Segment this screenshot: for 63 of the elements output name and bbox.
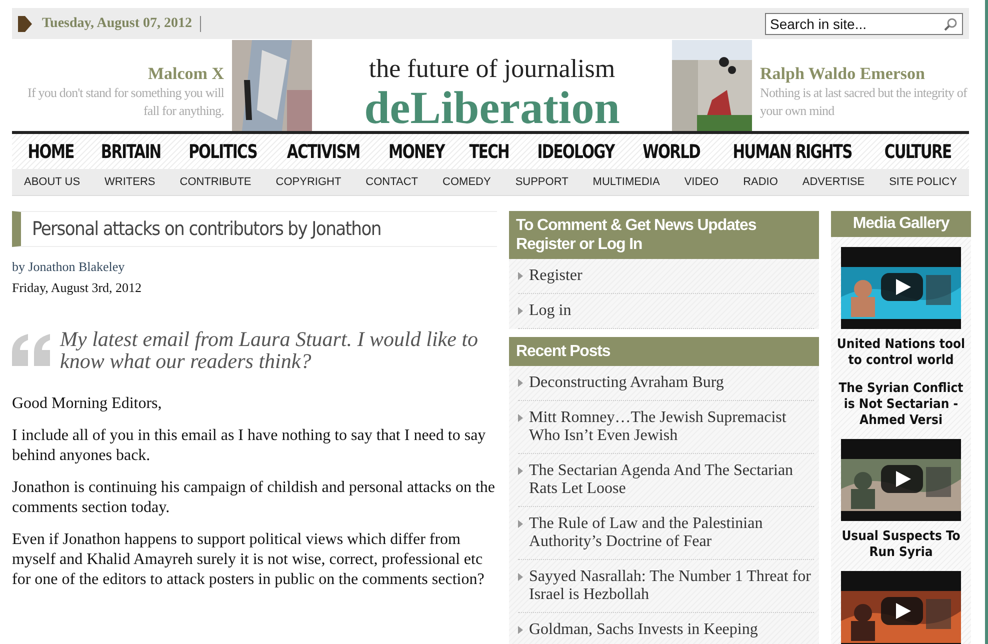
sidebar-link[interactable]: Deconstructing Avraham Burg [518,366,814,401]
nav-link[interactable]: TECH [470,140,510,162]
bullet-arrow-icon [518,379,523,387]
sidebar-link[interactable]: Register [518,259,814,294]
nav-link[interactable]: VIDEO [684,176,719,188]
bullet-arrow-icon [518,307,523,315]
nav-link[interactable]: ABOUT US [24,176,80,188]
nav-link[interactable]: COMEDY [442,176,491,188]
nav-link[interactable]: HOME [28,140,74,162]
widget-title: Recent Posts [509,337,819,366]
search-field[interactable]: Search in site... [765,12,963,34]
widget-title: To Comment & Get News Updates Register or Log In [509,211,819,259]
nav-link[interactable]: WRITERS [104,176,156,188]
nav-link[interactable]: ADVERTISE [802,176,865,188]
quote-mark-icon [12,334,52,366]
nav-link[interactable]: ACTIVISM [286,140,360,162]
widget-title: Media Gallery [831,211,971,237]
paragraph: Jonathon is continuing his campaign of childish and personal attacks on the comments section today. [12,478,496,518]
nav-link[interactable]: SUPPORT [515,176,568,188]
sidebar-link[interactable]: Goldman, Sachs Invests in Keeping [518,613,814,644]
tagline: the future of journalism [368,54,616,84]
byline[interactable]: by Jonathon Blakeley [12,259,497,275]
sidebar-link[interactable]: Mitt Romney…The Jewish Supremacist Who Isn’t Even Jewish [518,401,814,454]
nav-link[interactable]: SITE POLICY [889,176,957,188]
nav-link[interactable]: MULTIMEDIA [592,176,660,188]
paragraph: Good Morning Editors, [12,394,163,414]
bullet-arrow-icon [518,272,523,280]
video-caption[interactable]: United Nations tool to control world [832,337,970,369]
nav-link[interactable]: MONEY [388,140,444,162]
nav-link[interactable]: HUMAN RIGHTS [732,140,852,162]
quote-author: Ralph Waldo Emerson [760,64,926,84]
pull-quote: My latest email from Laura Stuart. I would like to know what our readers think? [60,328,480,372]
sidebar-link[interactable]: Sayyed Nasrallah: The Number 1 Threat for Israel is Hezbollah [518,560,814,613]
article-title: Personal attacks on contributors by Jonathon [32,218,381,240]
sidebar-link[interactable]: The Rule of Law and the Palestinian Authority’s Doctrine of Fear [518,507,814,560]
nav-link[interactable]: COPYRIGHT [276,176,342,188]
site-logo[interactable]: deLiberation [364,84,620,132]
quote-text: If you don't stand for something you will fall for anything. [26,84,224,120]
quote-author: Malcom X [146,64,224,84]
video-caption[interactable]: Usual Suspects To Run Syria [832,529,970,561]
paragraph: Even if Jonathon happens to support political views which differ from myself and Khalid Amayreh surely it is not wise, correct, professional etc for one of the editors to attack posters in public on the comments section? [12,530,486,590]
quote-text: Nothing is at last sacred but the integrity of your own mind [760,84,968,120]
nav-link[interactable]: POLITICS [188,140,258,162]
sidebar-link[interactable]: Log in [518,294,814,329]
bullet-arrow-icon [518,520,523,528]
sidebar-link[interactable]: The Sectarian Agenda And The Sectarian Rats Let Loose [518,454,814,507]
article-date: Friday, August 3rd, 2012 [12,280,143,296]
video-caption[interactable]: The Syrian Conflict is Not Sectarian - Ahmed Versi [832,381,970,429]
bullet-arrow-icon [518,467,523,475]
nav-link[interactable]: WORLD [642,140,700,162]
paragraph: I include all of you in this email as I have nothing to say that I need to say behind anyones back. [12,426,487,466]
nav-link[interactable]: BRITAIN [100,140,160,162]
nav-link[interactable]: CONTRIBUTE [180,176,252,188]
current-date: Tuesday, August 07, 2012 [32,16,202,32]
nav-link[interactable]: RADIO [743,176,778,188]
nav-link[interactable]: IDEOLOGY [536,140,614,162]
bullet-arrow-icon [518,626,523,634]
search-icon[interactable] [944,16,958,30]
nav-link[interactable]: CULTURE [884,140,952,162]
bullet-arrow-icon [518,414,523,422]
bullet-arrow-icon [518,573,523,581]
tag-icon [18,16,32,32]
nav-link[interactable]: CONTACT [366,176,418,188]
